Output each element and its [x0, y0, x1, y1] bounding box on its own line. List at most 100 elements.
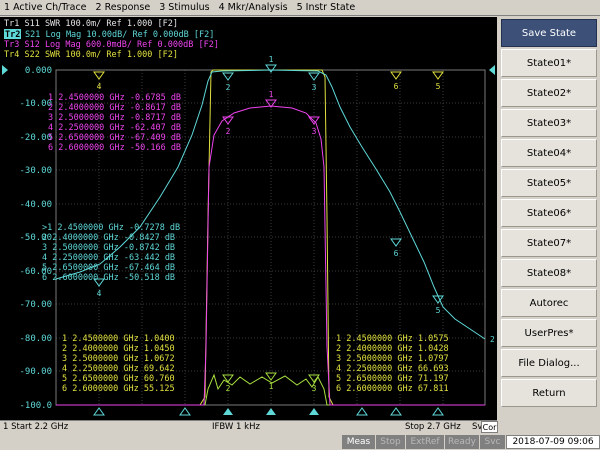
y-label-3: -30.00	[19, 166, 52, 176]
marker-row: 5 2.6500000 GHz -67.464 dB	[42, 263, 175, 273]
y-label-7: -70.00	[19, 300, 52, 310]
menu-instr-state[interactable]: 5 Instr State	[297, 2, 356, 13]
stop-indicator: Stop	[376, 435, 405, 449]
svg-text:5: 5	[436, 306, 441, 315]
autorec-button[interactable]: Autorec	[501, 289, 597, 317]
marker-row: 3 2.5000000 GHz 1.0672	[62, 354, 175, 364]
y-label-10: -100.0	[19, 401, 52, 411]
marker-table-s12: 1 2.4500000 GHz -0.6785 dB 2 2.4000000 G…	[48, 93, 181, 153]
marker-1-s12[interactable]: 1	[265, 90, 277, 108]
y-label-0: 0.000	[25, 66, 52, 76]
marker-row: 2 2.4000000 GHz 1.0450	[62, 344, 175, 354]
menu-bar: 1 Active Ch/Trace 2 Response 3 Stimulus …	[0, 0, 600, 16]
marker-row: 6 2.6000000 GHz -50.166 dB	[48, 143, 181, 153]
marker-row: 6 2.6000000 GHz -50.518 dB	[42, 273, 175, 283]
menu-mkr-analysis[interactable]: 4 Mkr/Analysis	[219, 2, 288, 13]
state08-button[interactable]: State08*	[501, 259, 597, 287]
marker-row: 3 2.5000000 GHz -0.8717 dB	[48, 113, 181, 123]
userpres-button[interactable]: UserPres*	[501, 319, 597, 347]
clock: 2018-07-09 09:06	[506, 435, 600, 449]
state01-button[interactable]: State01*	[501, 49, 597, 77]
instrument-status-bar: Meas Stop ExtRef Ready Svc 2018-07-09 09…	[0, 434, 600, 450]
marker-1-s21[interactable]: 1	[265, 55, 277, 73]
marker-2-s21[interactable]: 2	[222, 72, 234, 92]
svg-text:6: 6	[394, 82, 399, 91]
reference-level-right-marker[interactable]	[489, 65, 495, 75]
marker-2-s12[interactable]: 2	[222, 116, 234, 136]
svc-status: Svc	[480, 435, 505, 449]
trace-2-label[interactable]: S21 Log Mag 10.00dB/ Ref 0.000dB [F2]	[25, 30, 214, 40]
marker-row: 2 2.4000000 GHz -0.8427 dB	[42, 233, 175, 243]
svg-text:3: 3	[312, 384, 317, 393]
svg-text:5: 5	[436, 82, 441, 91]
marker-3-s11[interactable]: 3	[308, 374, 320, 393]
svg-text:2: 2	[226, 83, 231, 92]
state02-button[interactable]: State02*	[501, 79, 597, 107]
y-label-9: -90.00	[19, 367, 52, 377]
y-label-8: -80.00	[19, 334, 52, 344]
marker-row: 4 2.2500000 GHz 66.693	[336, 364, 449, 374]
svg-text:4: 4	[97, 82, 102, 91]
cor-indicator: Cor	[481, 421, 498, 433]
extref-indicator: ExtRef	[406, 435, 444, 449]
marker-row: 4 2.2500000 GHz -62.407 dB	[48, 123, 181, 133]
state05-button[interactable]: State05*	[501, 169, 597, 197]
marker-row: 4 2.2500000 GHz -63.442 dB	[42, 253, 175, 263]
ifbw-value[interactable]: IFBW 1 kHz	[212, 422, 260, 432]
file-dialog-button[interactable]: File Dialog...	[501, 349, 597, 377]
right-edge-marker: 2	[490, 335, 495, 344]
marker-row: 2 2.4000000 GHz -0.8617 dB	[48, 103, 181, 113]
marker-row: 4 2.2500000 GHz 69.642	[62, 364, 175, 374]
marker-row: 1 2.4500000 GHz -0.6785 dB	[48, 93, 181, 103]
measurement-plot[interactable]: Tr1 S11 SWR 100.0m/ Ref 1.000 [F2] Tr2 S…	[0, 17, 497, 420]
marker-4-top[interactable]: 4	[93, 71, 105, 91]
svg-text:1: 1	[269, 90, 274, 99]
svg-text:2: 2	[226, 384, 231, 393]
svg-text:1: 1	[269, 382, 274, 391]
marker-row: 2 2.4000000 GHz 1.0428	[336, 344, 449, 354]
save-state-button[interactable]: Save State	[501, 19, 597, 47]
marker-table-s21: >1 2.4500000 GHz -0.7278 dB 2 2.4000000 …	[42, 223, 180, 283]
softkey-panel: Save State State01* State02* State03* St…	[499, 17, 600, 412]
state06-button[interactable]: State06*	[501, 199, 597, 227]
svg-text:2: 2	[226, 127, 231, 136]
marker-6-s21[interactable]: 6	[390, 238, 402, 258]
reference-level-left-marker[interactable]	[2, 65, 8, 75]
svg-text:1: 1	[269, 55, 274, 64]
marker-row: >1 2.4500000 GHz -0.7278 dB	[42, 223, 180, 233]
trace-3-label[interactable]: Tr3 S12 Log Mag 600.0mdB/ Ref 0.000dB [F…	[4, 40, 219, 50]
marker-table-s22: 1 2.4500000 GHz 1.0575 2 2.4000000 GHz 1…	[336, 334, 449, 394]
marker-2-s11[interactable]: 2	[222, 374, 234, 393]
marker-row: 3 2.5000000 GHz 1.0797	[336, 354, 449, 364]
y-label-4: -40.00	[19, 200, 52, 210]
channel-status-line: 1 Start 2.2 GHz IFBW 1 kHz Stop 2.7 GHz …	[0, 420, 497, 433]
marker-row: 1 2.4500000 GHz 1.0400	[62, 334, 175, 344]
menu-active-ch-trace[interactable]: 1 Active Ch/Trace	[4, 2, 87, 13]
marker-row: 5 2.6500000 GHz -67.409 dB	[48, 133, 181, 143]
svg-text:3: 3	[312, 83, 317, 92]
marker-row: 6 2.6000000 GHz 55.125	[62, 384, 175, 394]
bottom-marker-strip	[93, 407, 444, 416]
marker-5-s21[interactable]: 5	[432, 295, 444, 315]
menu-stimulus[interactable]: 3 Stimulus	[159, 2, 209, 13]
svg-text:4: 4	[97, 289, 102, 298]
marker-5-top[interactable]: 5	[432, 71, 444, 91]
trace-1-label[interactable]: Tr1 S11 SWR 100.0m/ Ref 1.000 [F2]	[4, 19, 178, 29]
marker-row: 3 2.5000000 GHz -0.8742 dB	[42, 243, 175, 253]
active-trace-box-label: Tr2	[5, 30, 20, 40]
stop-frequency[interactable]: Stop 2.7 GHz	[405, 422, 461, 432]
state03-button[interactable]: State03*	[501, 109, 597, 137]
start-frequency[interactable]: 1 Start 2.2 GHz	[3, 422, 68, 432]
svg-text:6: 6	[394, 249, 399, 258]
state07-button[interactable]: State07*	[501, 229, 597, 257]
state04-button[interactable]: State04*	[501, 139, 597, 167]
marker-row: 5 2.6500000 GHz 60.760	[62, 374, 175, 384]
marker-row: 5 2.6500000 GHz 71.197	[336, 374, 449, 384]
marker-3-s21[interactable]: 3	[308, 72, 320, 92]
return-button[interactable]: Return	[501, 379, 597, 407]
marker-row: 6 2.6000000 GHz 67.811	[336, 384, 449, 394]
marker-table-s11: 1 2.4500000 GHz 1.0400 2 2.4000000 GHz 1…	[62, 334, 175, 394]
marker-row: 1 2.4500000 GHz 1.0575	[336, 334, 449, 344]
menu-response[interactable]: 2 Response	[96, 2, 151, 13]
trace-4-label[interactable]: Tr4 S22 SWR 100.0m/ Ref 1.000 [F2]	[4, 50, 178, 60]
